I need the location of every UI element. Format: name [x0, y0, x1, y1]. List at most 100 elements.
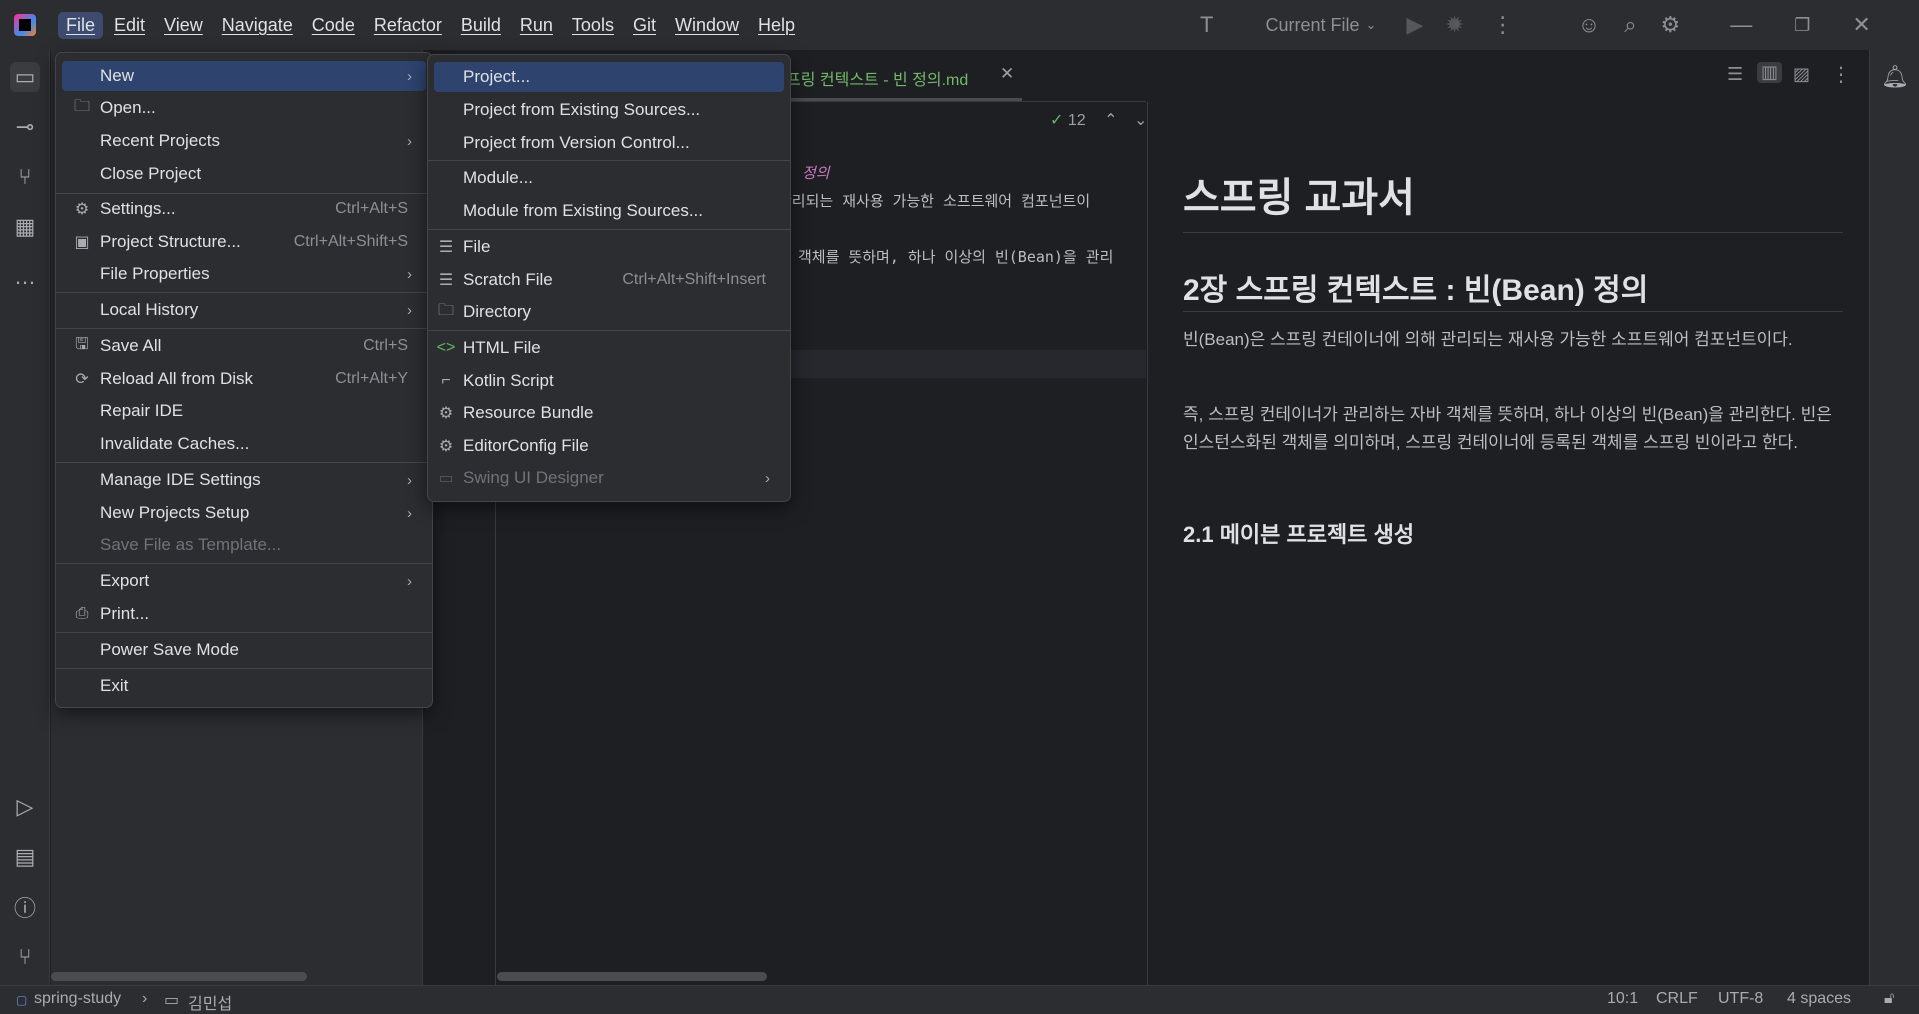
menu-view[interactable]: View	[156, 12, 211, 39]
menu-window[interactable]: Window	[667, 12, 747, 39]
toolbar-right: T Current File ⌄ ▶ ✹ ⋮ ☺ ⌕ ⚙ — ❐ ✕	[1200, 0, 1871, 50]
file-menu-print[interactable]: ⎙ Print...	[62, 599, 426, 629]
inspection-widget[interactable]: ✓ 12 ⌃ ⌄	[1050, 110, 1147, 130]
file-menu-power-save-mode[interactable]: Power Save Mode	[62, 635, 426, 665]
tab-close-icon[interactable]: ✕	[1000, 64, 1014, 84]
new-menu-module-existing[interactable]: Module from Existing Sources...	[434, 196, 784, 226]
menu-edit[interactable]: Edit	[106, 12, 153, 39]
new-menu-html-file[interactable]: <> HTML File	[434, 333, 784, 363]
menu-navigate[interactable]: Navigate	[214, 12, 301, 39]
file-menu-local-history[interactable]: Local History ›	[62, 295, 426, 325]
file-menu-open[interactable]: 🗀︎ Open...	[62, 93, 426, 123]
settings-gear-icon[interactable]: ⚙	[1661, 12, 1681, 38]
file-menu-dropdown: New › 🗀︎ Open... Recent Projects › Close Pr…	[55, 52, 433, 708]
new-menu-file[interactable]: ☰ File	[434, 232, 784, 262]
app-logo-icon[interactable]	[14, 14, 36, 36]
file-menu-export[interactable]: Export ›	[62, 566, 426, 596]
preview-heading-2: 2장 스프링 컨텍스트 : 빈(Bean) 정의	[1183, 274, 1649, 307]
file-menu-repair-ide[interactable]: Repair IDE	[62, 396, 426, 426]
code-line-2[interactable]: 관리되는 재사용 가능한 소프트웨어 컴포넌트이	[778, 190, 1090, 211]
git-icon[interactable]: ⑂	[10, 942, 40, 972]
tab-active-indicator	[782, 98, 1022, 101]
main-menu-bar: File Edit View Navigate Code Refactor Bu…	[58, 0, 806, 50]
file-menu-reload-all[interactable]: ⟳ Reload All from Disk Ctrl+Alt+Y	[62, 364, 426, 394]
breadcrumb-project[interactable]: spring-study	[34, 990, 121, 1008]
file-menu-new[interactable]: New ›	[62, 61, 426, 91]
file-menu-settings[interactable]: ⚙ Settings... Ctrl+Alt+S	[62, 194, 426, 224]
file-menu-file-properties[interactable]: File Properties ›	[62, 259, 426, 289]
pull-requests-icon[interactable]: ⑂	[10, 162, 40, 192]
menu-git[interactable]: Git	[625, 12, 664, 39]
debug-icon[interactable]: ✹	[1445, 12, 1463, 38]
indent-setting[interactable]: 4 spaces	[1787, 990, 1851, 1008]
preview-more-icon[interactable]: ⋮	[1831, 62, 1851, 87]
file-menu-recent-projects[interactable]: Recent Projects ›	[62, 126, 426, 156]
file-menu-project-structure[interactable]: ▣ Project Structure... Ctrl+Alt+Shift+S	[62, 227, 426, 257]
more-tools-icon[interactable]: …	[10, 262, 40, 292]
restore-icon[interactable]: ❐	[1794, 15, 1810, 36]
more-options-icon[interactable]: ⋮	[1492, 12, 1514, 38]
file-menu-manage-ide-settings[interactable]: Manage IDE Settings ›	[62, 465, 426, 495]
menu-file[interactable]: File	[58, 11, 104, 39]
new-menu-module[interactable]: Module...	[434, 163, 784, 193]
run-config-selector[interactable]: Current File	[1265, 15, 1359, 36]
problems-icon[interactable]: ⓘ	[10, 892, 40, 922]
chevron-up-icon[interactable]: ⌃	[1104, 112, 1117, 129]
left-tool-strip: ▭ ⊸ ⑂ ▦ … ▷ ▤ ⓘ ⑂	[0, 50, 50, 985]
add-user-icon[interactable]: ☺	[1578, 12, 1600, 38]
editor-horizontal-scrollbar[interactable]	[497, 972, 767, 981]
new-submenu-dropdown: Project... Project from Existing Sources…	[427, 54, 791, 502]
structure-icon[interactable]: ▦	[10, 212, 40, 242]
file-menu-exit[interactable]: Exit	[62, 671, 426, 701]
new-menu-project-vcs[interactable]: Project from Version Control...	[434, 128, 784, 158]
line-separator[interactable]: CRLF	[1656, 990, 1698, 1008]
file-menu-close-project[interactable]: Close Project	[62, 159, 426, 189]
file-menu-invalidate-caches[interactable]: Invalidate Caches...	[62, 429, 426, 459]
new-menu-scratch-file[interactable]: ☰ Scratch File Ctrl+Alt+Shift+Insert	[434, 265, 784, 295]
code-line-1[interactable]: 정의	[802, 162, 830, 183]
reload-icon: ⟳	[75, 371, 89, 388]
services-icon[interactable]: ▷	[10, 792, 40, 822]
terminal-icon[interactable]: ▤	[10, 842, 40, 872]
new-menu-project-existing[interactable]: Project from Existing Sources...	[434, 95, 784, 125]
new-menu-directory[interactable]: 🗀︎ Directory	[434, 297, 784, 327]
chevron-down-icon: ⌄	[1365, 17, 1377, 32]
menu-code[interactable]: Code	[304, 12, 363, 39]
minimize-icon[interactable]: —	[1730, 12, 1752, 38]
chevron-down-icon[interactable]: ⌄	[1134, 112, 1147, 129]
new-menu-editorconfig[interactable]: ⚙ EditorConfig File	[434, 431, 784, 461]
project-folder-icon[interactable]: ▭	[10, 62, 40, 92]
commit-icon[interactable]: ⊸	[10, 112, 40, 142]
save-icon: 🖫︎	[75, 335, 89, 353]
menu-refactor[interactable]: Refactor	[366, 12, 450, 39]
file-encoding[interactable]: UTF-8	[1718, 990, 1763, 1008]
notifications-bell-icon[interactable]: 🔔︎	[1880, 62, 1910, 92]
new-menu-project[interactable]: Project...	[434, 62, 784, 92]
preview-heading-1: 스프링 교과서	[1183, 176, 1415, 220]
html-tag-icon: <>	[436, 339, 456, 356]
menu-run[interactable]: Run	[512, 12, 561, 39]
status-bar: ▢ spring-study › ▭ 김민섭 10:1 CRLF UTF-8 4…	[0, 985, 1919, 1014]
lock-icon[interactable]: 🔓︎	[1884, 990, 1894, 1008]
run-icon[interactable]: ▶	[1406, 12, 1423, 38]
breadcrumb-folder[interactable]: 김민섭	[188, 990, 232, 1014]
new-menu-resource-bundle[interactable]: ⚙ Resource Bundle	[434, 398, 784, 428]
editor-tab-markdown[interactable]: 프링 컨텍스트 - 빈 정의.md	[786, 66, 968, 90]
caret-position[interactable]: 10:1	[1607, 990, 1638, 1008]
preview-only-icon[interactable]: ▨	[1793, 64, 1810, 85]
preview-toolbar: ☰ ▥ ▨ ⋮	[1147, 50, 1869, 102]
close-window-icon[interactable]: ✕	[1852, 12, 1870, 38]
menu-help[interactable]: Help	[750, 12, 803, 39]
code-line-3[interactable]: 객체를 뜻하며, 하나 이상의 빈(Bean)을 관리	[798, 246, 1113, 267]
right-tool-strip: 🔔︎	[1869, 50, 1919, 985]
menu-build[interactable]: Build	[453, 12, 509, 39]
file-menu-new-projects-setup[interactable]: New Projects Setup ›	[62, 498, 426, 528]
editor-only-icon[interactable]: ☰	[1727, 64, 1743, 85]
typography-icon[interactable]: T	[1200, 12, 1213, 38]
search-icon[interactable]: ⌕	[1624, 12, 1636, 38]
new-menu-kotlin-script[interactable]: ⌐ Kotlin Script	[434, 366, 784, 396]
project-panel-scrollbar[interactable]	[51, 972, 307, 981]
split-view-icon[interactable]: ▥	[1757, 62, 1783, 83]
menu-tools[interactable]: Tools	[564, 12, 622, 39]
file-menu-save-all[interactable]: 🖫︎ Save All Ctrl+S	[62, 331, 426, 361]
